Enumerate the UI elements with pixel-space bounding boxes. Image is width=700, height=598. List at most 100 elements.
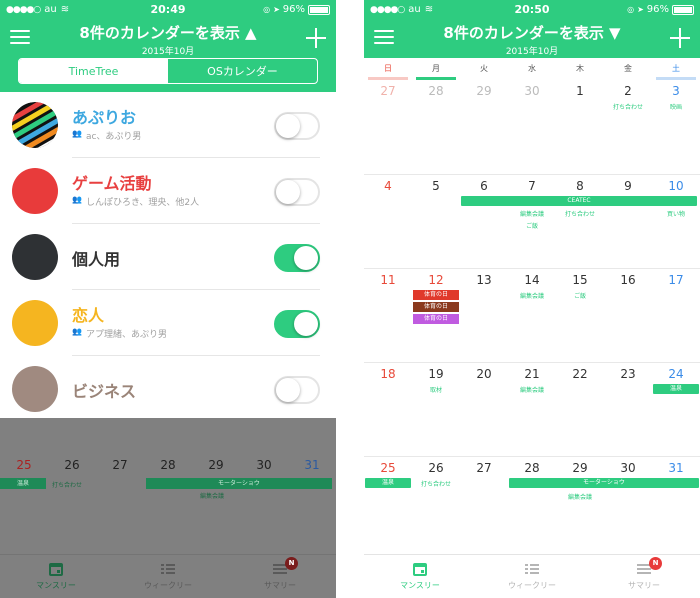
day-cell[interactable]: 29: [460, 84, 508, 98]
day-cell: 27: [112, 458, 128, 472]
calendar-list: あぷりお 👥 ac、あぷり男 ゲーム活動 👥 しんぽひろき、理央、他2人 個人用 恋…: [0, 92, 336, 418]
week-row: 27 28 29 30 1 2 3 打ち合わせ 映画: [364, 80, 700, 174]
event-label[interactable]: 取材: [412, 385, 460, 394]
calendar-selector-title[interactable]: 8件のカレンダーを表示 ▼: [443, 22, 620, 43]
calendar-name: 個人用: [72, 250, 121, 269]
event-chip[interactable]: 体育の日: [413, 290, 459, 300]
day-cell[interactable]: 13: [460, 273, 508, 287]
event-label[interactable]: 打ち合わせ: [556, 209, 604, 218]
tab-timetree[interactable]: TimeTree: [19, 59, 168, 83]
day-cell[interactable]: 31: [652, 461, 700, 475]
visibility-toggle[interactable]: [274, 244, 320, 272]
event-chip[interactable]: 体育の日: [413, 302, 459, 312]
day-cell[interactable]: 12: [412, 273, 460, 287]
event-label[interactable]: 打ち合わせ: [412, 479, 460, 488]
day-cell[interactable]: 25: [364, 461, 412, 475]
visibility-toggle[interactable]: [274, 376, 320, 404]
status-bar: ●●●●○ au ≋ 20:49 ◎ ➤ 96%: [0, 0, 336, 20]
event-bar[interactable]: 温泉: [365, 478, 411, 488]
day-cell[interactable]: 22: [556, 367, 604, 381]
add-icon[interactable]: [306, 28, 326, 48]
event-bar[interactable]: CEATEC: [461, 196, 697, 206]
visibility-toggle[interactable]: [274, 178, 320, 206]
tab-summary[interactable]: N サマリー: [588, 557, 700, 591]
day-cell[interactable]: 28: [412, 84, 460, 98]
day-cell[interactable]: 5: [412, 179, 460, 193]
event-label[interactable]: 編集会議: [508, 291, 556, 300]
day-cell[interactable]: 4: [364, 179, 412, 193]
pattern-avatar: [12, 102, 58, 148]
tab-label: マンスリー: [400, 581, 440, 590]
day-cell[interactable]: 24: [652, 367, 700, 381]
event-label[interactable]: ご飯: [556, 291, 604, 300]
tab-weekly[interactable]: ウィークリー: [476, 561, 588, 591]
event-label[interactable]: 編集会議: [556, 492, 604, 501]
battery-percent: 96%: [282, 4, 305, 15]
tab-weekly[interactable]: ウィークリー: [112, 561, 224, 591]
event-label[interactable]: 映画: [652, 102, 700, 111]
weekday-label: 土: [672, 64, 680, 73]
menu-icon[interactable]: [374, 30, 394, 46]
day-cell[interactable]: 30: [508, 84, 556, 98]
event-bar: モーターショウ: [146, 478, 332, 489]
day-cell[interactable]: 21: [508, 367, 556, 381]
day-cell[interactable]: 29: [556, 461, 604, 475]
event-label[interactable]: 編集会議: [508, 385, 556, 394]
event-label[interactable]: ご飯: [508, 221, 556, 230]
weekday-label: 月: [432, 64, 440, 73]
dimmed-calendar-overlay[interactable]: 25 26 27 28 29 30 31 温泉 打ち合わせ モーターショウ 編集…: [0, 418, 336, 598]
day-cell[interactable]: 18: [364, 367, 412, 381]
day-cell[interactable]: 16: [604, 273, 652, 287]
list-item[interactable]: 恋人 👥 アプ理緒、あぷり男: [0, 290, 336, 356]
day-cell[interactable]: 10: [652, 179, 700, 193]
day-cell[interactable]: 2: [604, 84, 652, 98]
day-cell[interactable]: 11: [364, 273, 412, 287]
visibility-toggle[interactable]: [274, 310, 320, 338]
location-icon: ➤: [637, 5, 644, 14]
day-cell[interactable]: 27: [364, 84, 412, 98]
event-chip[interactable]: 体育の日: [413, 314, 459, 324]
day-cell[interactable]: 9: [604, 179, 652, 193]
day-cell[interactable]: 7: [508, 179, 556, 193]
week-row: 4 5 6 7 8 9 10 CEATEC 編集会議 打ち合わせ 買い物 ご飯: [364, 174, 700, 268]
day-cell[interactable]: 8: [556, 179, 604, 193]
event-bar: 温泉: [0, 478, 46, 489]
day-cell[interactable]: 6: [460, 179, 508, 193]
list-item[interactable]: ビジネス: [0, 356, 336, 422]
event-label[interactable]: 編集会議: [508, 209, 556, 218]
day-cell[interactable]: 17: [652, 273, 700, 287]
calendar-members: ac、あぷり男: [85, 132, 142, 142]
day-cell[interactable]: 15: [556, 273, 604, 287]
day-cell[interactable]: 27: [460, 461, 508, 475]
day-cell[interactable]: 30: [604, 461, 652, 475]
color-avatar: [12, 300, 58, 346]
menu-icon[interactable]: [10, 30, 30, 46]
event-label: 編集会議: [200, 493, 225, 500]
event-bar[interactable]: モーターショウ: [509, 478, 699, 488]
week-row: 11 12 13 14 15 16 17 体育の日 体育の日 体育の日 編集会議…: [364, 268, 700, 362]
event-label[interactable]: 買い物: [652, 209, 700, 218]
event-bar[interactable]: 温泉: [653, 384, 699, 394]
event-label[interactable]: 打ち合わせ: [604, 102, 652, 111]
visibility-toggle[interactable]: [274, 112, 320, 140]
day-cell[interactable]: 23: [604, 367, 652, 381]
list-item[interactable]: あぷりお 👥 ac、あぷり男: [0, 92, 336, 158]
add-icon[interactable]: [670, 28, 690, 48]
members-icon: 👥: [72, 195, 82, 204]
day-cell[interactable]: 1: [556, 84, 604, 98]
day-cell[interactable]: 20: [460, 367, 508, 381]
day-cell[interactable]: 3: [652, 84, 700, 98]
tab-monthly[interactable]: マンスリー: [0, 561, 112, 591]
day-cell[interactable]: 19: [412, 367, 460, 381]
tab-monthly[interactable]: マンスリー: [364, 561, 476, 591]
list-item[interactable]: 個人用: [0, 224, 336, 290]
list-item[interactable]: ゲーム活動 👥 しんぽひろき、理央、他2人: [0, 158, 336, 224]
calendar-members: アプ理緒、あぷり男: [85, 330, 167, 340]
tab-os-calendar[interactable]: OSカレンダー: [168, 59, 317, 83]
day-cell[interactable]: 14: [508, 273, 556, 287]
tab-summary[interactable]: N サマリー: [224, 557, 336, 591]
calendar-selector-title[interactable]: 8件のカレンダーを表示 ▲: [79, 22, 256, 43]
tab-label: サマリー: [264, 581, 296, 590]
day-cell[interactable]: 26: [412, 461, 460, 475]
day-cell[interactable]: 28: [508, 461, 556, 475]
